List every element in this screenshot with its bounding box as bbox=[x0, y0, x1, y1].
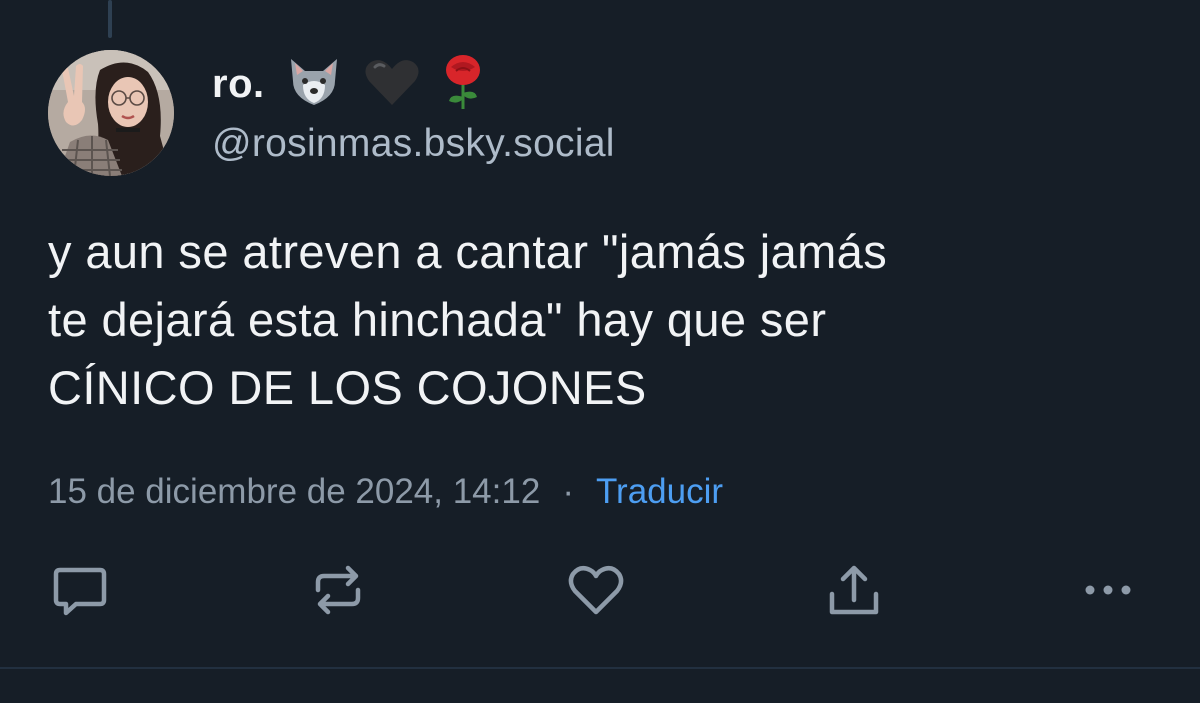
repost-button[interactable] bbox=[306, 560, 370, 624]
author-name-row[interactable]: ro. bbox=[212, 52, 485, 116]
post-thread-item: ro. @rosinmas.bsky.social y aun se atrev… bbox=[0, 0, 1200, 703]
post-timestamp: 15 de diciembre de 2024, 14:12 bbox=[48, 472, 541, 511]
more-options-button[interactable] bbox=[1076, 560, 1140, 624]
meta-separator: · bbox=[562, 472, 574, 511]
more-options-icon bbox=[1078, 560, 1138, 625]
like-button[interactable] bbox=[564, 560, 628, 624]
post-actions-bar bbox=[0, 560, 1200, 624]
reply-icon bbox=[50, 560, 110, 625]
black-heart-icon bbox=[363, 57, 421, 112]
share-button[interactable] bbox=[822, 560, 886, 624]
avatar[interactable] bbox=[48, 50, 174, 176]
share-icon bbox=[824, 560, 884, 625]
repost-icon bbox=[308, 560, 368, 625]
post-meta: 15 de diciembre de 2024, 14:12 · Traduci… bbox=[48, 468, 723, 516]
post-text: y aun se atreven a cantar "jamás jamás t… bbox=[48, 225, 888, 414]
post-divider bbox=[0, 667, 1200, 669]
author-display-name[interactable]: ro. bbox=[212, 62, 265, 107]
like-icon bbox=[566, 560, 626, 625]
thread-connector-line bbox=[108, 0, 112, 38]
translate-link[interactable]: Traducir bbox=[596, 472, 723, 512]
wolf-icon bbox=[285, 57, 343, 112]
reply-button[interactable] bbox=[48, 560, 112, 624]
rose-icon bbox=[441, 53, 485, 116]
author-handle[interactable]: @rosinmas.bsky.social bbox=[212, 122, 615, 166]
